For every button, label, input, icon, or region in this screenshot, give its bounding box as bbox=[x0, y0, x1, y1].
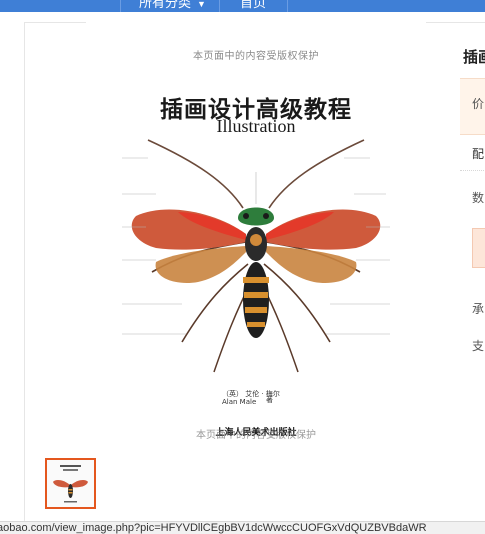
quantity-label: 数 bbox=[472, 191, 485, 205]
thumbnail-selected[interactable] bbox=[45, 458, 96, 509]
divider bbox=[460, 170, 485, 171]
author-prefix: （英） bbox=[222, 390, 243, 398]
product-title: 插画 bbox=[463, 49, 485, 66]
browser-status-bar: taobao.com/view_image.php?pic=HFYVDllCEg… bbox=[0, 521, 485, 534]
panel-left-border bbox=[24, 22, 25, 522]
book-cover-main-image[interactable]: 本页面中的内容受版权保护 插画设计高级教程 Illustration （英） 艾… bbox=[86, 22, 426, 447]
nav-all-categories-label: 所有分类 bbox=[139, 0, 192, 10]
promise-label: 承 bbox=[472, 302, 485, 316]
nav-home-label: 首页 bbox=[240, 0, 267, 10]
thumbnail-cover-image bbox=[47, 460, 94, 507]
product-info-panel: 插画 价 配 数 承 支 bbox=[460, 0, 485, 534]
copyright-watermark-bottom: 本页面中的内容受版权保护 bbox=[196, 430, 316, 441]
buy-now-button[interactable] bbox=[472, 228, 485, 268]
nav-all-categories[interactable]: 所有分类 ▼ bbox=[120, 0, 220, 12]
top-nav-bar: 所有分类 ▼ 首页 bbox=[0, 0, 485, 12]
status-url: taobao.com/view_image.php?pic=HFYVDllCEg… bbox=[0, 522, 427, 534]
author-name-en: Alan Male bbox=[222, 398, 257, 406]
delivery-label: 配 bbox=[472, 147, 485, 161]
payment-label: 支 bbox=[472, 339, 485, 353]
nav-home[interactable]: 首页 bbox=[222, 0, 288, 12]
price-label: 价 bbox=[472, 97, 485, 111]
chevron-down-icon: ▼ bbox=[197, 0, 206, 9]
insect-illustration bbox=[122, 139, 390, 373]
author-name-cn: 艾伦 · 梅尔 bbox=[245, 390, 280, 398]
author-suffix: 著 bbox=[266, 396, 273, 404]
copyright-watermark-top: 本页面中的内容受版权保护 bbox=[193, 51, 319, 62]
